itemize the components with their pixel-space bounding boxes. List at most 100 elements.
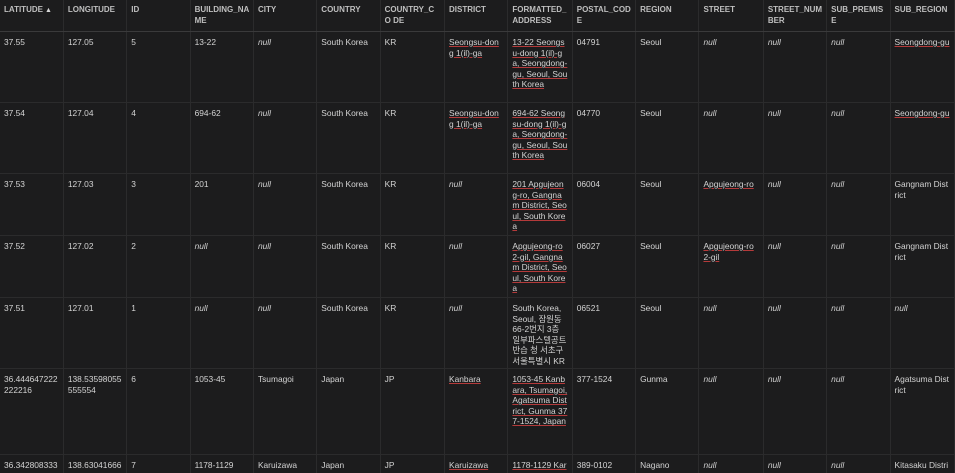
table-cell[interactable]: null xyxy=(444,297,509,369)
table-cell[interactable]: Seongdong-gu xyxy=(890,102,955,174)
table-cell[interactable]: null xyxy=(190,297,254,369)
table-cell[interactable]: null xyxy=(253,31,318,103)
table-cell[interactable]: Seongsu-dong 1(il)-ga xyxy=(444,31,509,103)
table-cell[interactable]: KR xyxy=(380,235,446,298)
table-cell[interactable]: null xyxy=(826,235,891,298)
table-cell[interactable]: KR xyxy=(380,102,446,174)
table-cell[interactable]: 36.444647222222216 xyxy=(0,368,64,455)
table-cell[interactable]: 138.63041666 666666 xyxy=(63,454,128,473)
table-cell[interactable]: null xyxy=(826,102,891,174)
table-cell[interactable]: 138.53598055555554 xyxy=(63,368,128,455)
table-cell[interactable]: 389-0102 xyxy=(572,454,637,473)
table-cell[interactable]: 06521 xyxy=(572,297,637,369)
table-cell[interactable]: 4 xyxy=(126,102,191,174)
table-cell[interactable]: null xyxy=(763,173,828,236)
table-cell[interactable]: 36.342808333 33334 xyxy=(0,454,64,473)
table-cell[interactable]: 694-62 xyxy=(190,102,254,174)
table-row[interactable]: 36.342808333 33334138.63041666 666666711… xyxy=(0,454,955,473)
table-cell[interactable]: null xyxy=(253,235,318,298)
table-cell[interactable]: null xyxy=(826,454,891,473)
table-cell[interactable]: Seoul xyxy=(635,297,700,369)
table-cell[interactable]: 1 xyxy=(126,297,191,369)
table-cell[interactable]: 694-62 Seongsu-dong 1(il)-ga, Seongdong-… xyxy=(507,102,573,174)
table-cell[interactable]: 201 xyxy=(190,173,254,236)
table-cell[interactable]: Kitasaku District xyxy=(890,454,955,473)
table-cell[interactable]: Gangnam District xyxy=(890,173,955,236)
table-cell[interactable]: South Korea xyxy=(316,297,381,369)
table-cell[interactable]: 2 xyxy=(126,235,191,298)
table-cell[interactable]: null xyxy=(826,173,891,236)
table-cell[interactable]: null xyxy=(826,368,891,455)
table-cell[interactable]: Apgujeong-ro xyxy=(698,173,764,236)
table-cell[interactable]: Apgujeong-ro 2-gil xyxy=(698,235,764,298)
table-cell[interactable]: Nagano xyxy=(635,454,700,473)
table-cell[interactable]: 37.52 xyxy=(0,235,64,298)
table-cell[interactable]: 13-22 Seongsu-dong 1(il)-ga, Seongdong-g… xyxy=(507,31,573,103)
column-header-country[interactable]: COUNTRY xyxy=(316,0,381,32)
table-cell[interactable]: null xyxy=(826,297,891,369)
table-row[interactable]: 37.51 127.01 1 null null South Korea KR null Sou… xyxy=(0,297,955,369)
table-cell[interactable]: Apgujeong-ro 2-gil, Gangnam District, Se… xyxy=(507,235,573,298)
table-cell[interactable]: 1178-1129 xyxy=(190,454,254,473)
table-cell[interactable]: 06004 xyxy=(572,173,637,236)
table-cell[interactable]: null xyxy=(253,173,318,236)
table-cell[interactable]: null xyxy=(826,31,891,103)
table-cell[interactable]: KR xyxy=(380,173,446,236)
table-cell[interactable]: 7 xyxy=(126,454,191,473)
table-cell[interactable]: Seoul xyxy=(635,31,700,103)
table-cell[interactable]: 13-22 xyxy=(190,31,254,103)
table-cell[interactable]: Seoul xyxy=(635,173,700,236)
table-cell[interactable]: null xyxy=(253,297,318,369)
column-header-country-co-de[interactable]: COUNTRY_CO DE xyxy=(380,0,446,32)
table-cell[interactable]: null xyxy=(698,454,764,473)
table-cell[interactable]: null xyxy=(190,235,254,298)
table-cell[interactable]: 37.54 xyxy=(0,102,64,174)
table-cell[interactable]: South Korea, Seoul, 잠원동 66-2번지 3층 일부파스텔공… xyxy=(507,297,573,369)
table-row[interactable]: 37.53 127.03 3 201 null South Korea KR null 201 … xyxy=(0,173,955,236)
column-header-street-num-ber[interactable]: STREET_NUM BER xyxy=(763,0,828,32)
column-header-region[interactable]: REGION xyxy=(635,0,700,32)
table-cell[interactable]: Kanbara xyxy=(444,368,509,455)
table-cell[interactable]: 3 xyxy=(126,173,191,236)
table-cell[interactable]: 5 xyxy=(126,31,191,103)
table-cell[interactable]: null xyxy=(698,368,764,455)
table-cell[interactable]: null xyxy=(763,102,828,174)
table-cell[interactable]: KR xyxy=(380,297,446,369)
table-cell[interactable]: Gangnam District xyxy=(890,235,955,298)
table-cell[interactable]: JP xyxy=(380,368,446,455)
table-cell[interactable]: KR xyxy=(380,31,446,103)
table-cell[interactable]: 127.04 xyxy=(63,102,128,174)
table-row[interactable]: 37.55 127.05 5 13-22 null South Korea KR Seongs… xyxy=(0,31,955,103)
table-cell[interactable]: 6 xyxy=(126,368,191,455)
table-cell[interactable]: Agatsuma District xyxy=(890,368,955,455)
table-cell[interactable]: null xyxy=(763,368,828,455)
column-header-street[interactable]: STREET xyxy=(698,0,764,32)
sort-ascending-icon[interactable]: ▲ xyxy=(45,7,52,14)
table-cell[interactable]: null xyxy=(763,235,828,298)
table-cell[interactable]: null xyxy=(698,102,764,174)
table-cell[interactable]: JP xyxy=(380,454,446,473)
table-cell[interactable]: Seongdong-gu xyxy=(890,31,955,103)
table-cell[interactable]: null xyxy=(253,102,318,174)
table-cell[interactable]: 1053-45 Kanbara, Tsumagoi, Agatsuma Dist… xyxy=(507,368,573,455)
table-cell[interactable]: null xyxy=(444,235,509,298)
table-cell[interactable]: 127.03 xyxy=(63,173,128,236)
table-cell[interactable]: null xyxy=(890,297,955,369)
table-cell[interactable]: South Korea xyxy=(316,235,381,298)
column-header-longitude[interactable]: LONGITUDE xyxy=(63,0,128,32)
table-cell[interactable]: 04770 xyxy=(572,102,637,174)
table-cell[interactable]: 37.55 xyxy=(0,31,64,103)
table-row[interactable]: 37.52 127.02 2 null null South Korea KR null Apg… xyxy=(0,235,955,298)
table-cell[interactable]: 377-1524 xyxy=(572,368,637,455)
column-header-district[interactable]: DISTRICT xyxy=(444,0,509,32)
table-cell[interactable]: null xyxy=(698,297,764,369)
table-cell[interactable]: Tsumagoi xyxy=(253,368,318,455)
table-cell[interactable]: Seongsu-dong 1(il)-ga xyxy=(444,102,509,174)
table-cell[interactable]: Japan xyxy=(316,454,381,473)
table-cell[interactable]: null xyxy=(698,31,764,103)
table-cell[interactable]: null xyxy=(763,31,828,103)
table-cell[interactable]: Japan xyxy=(316,368,381,455)
column-header-formatted-address[interactable]: FORMATTED_ ADDRESS xyxy=(507,0,573,32)
table-cell[interactable]: South Korea xyxy=(316,31,381,103)
table-cell[interactable]: South Korea xyxy=(316,102,381,174)
